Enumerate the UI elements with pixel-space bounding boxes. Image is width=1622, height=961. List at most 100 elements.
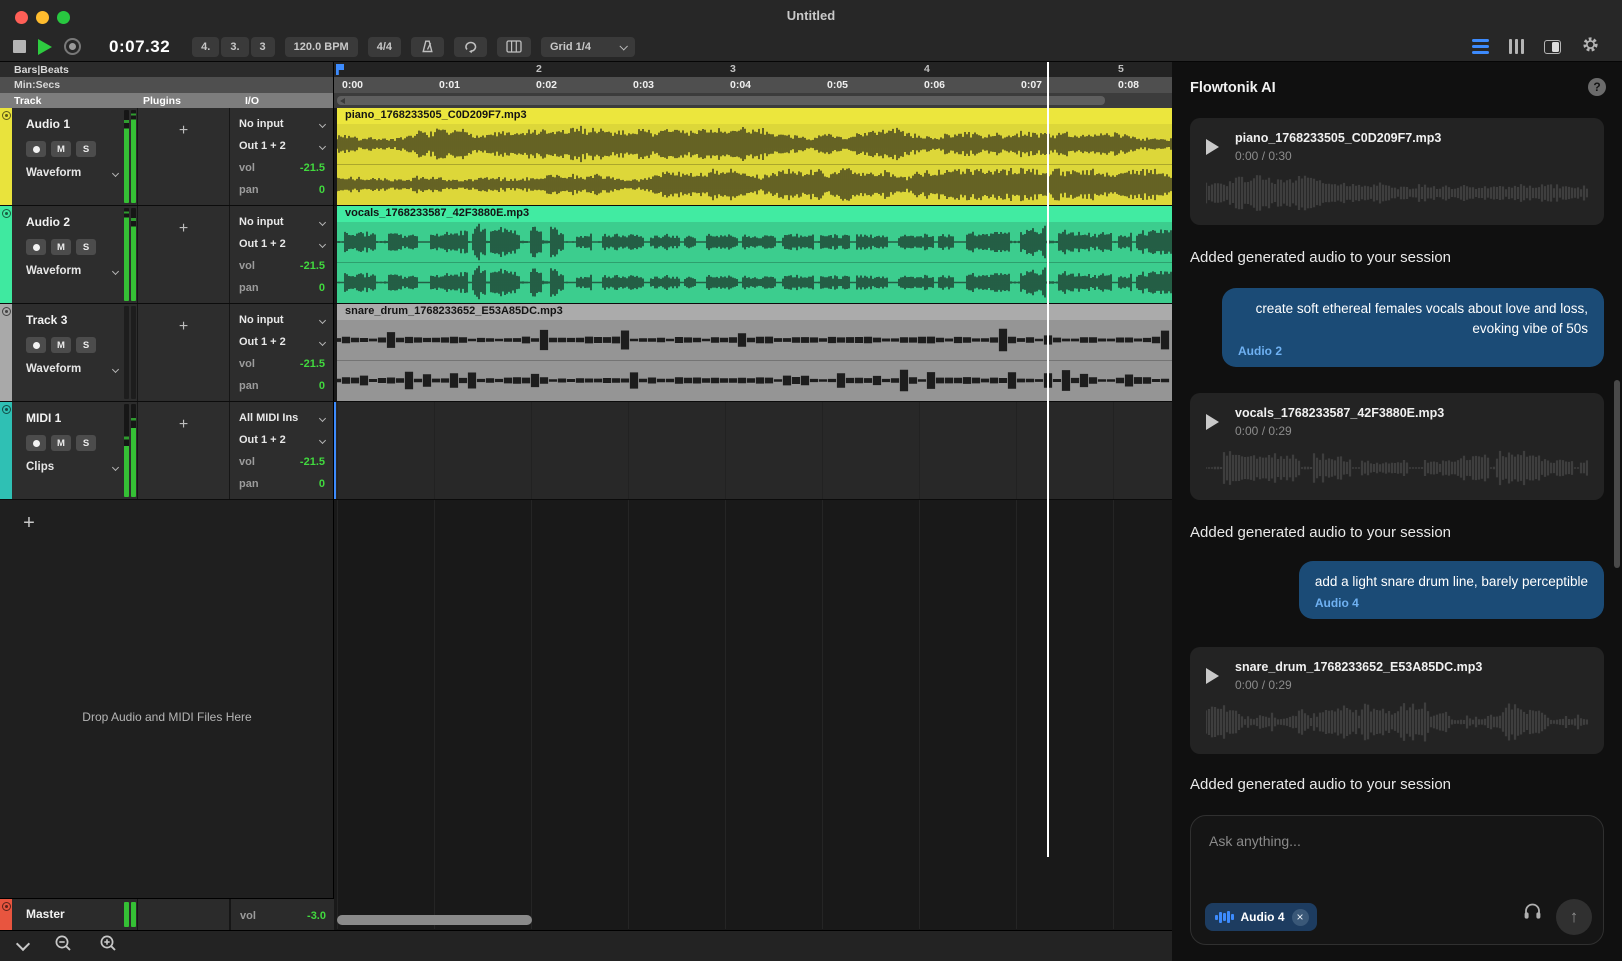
add-plugin-button[interactable]: + xyxy=(137,402,230,499)
track-row-audio1[interactable]: Audio 1 M S Waveform + No input Out 1 + … xyxy=(0,108,333,206)
play-icon[interactable] xyxy=(1206,139,1219,155)
message-track-ref[interactable]: Audio 4 xyxy=(1315,596,1588,610)
loop-button[interactable] xyxy=(454,37,487,57)
vol-value[interactable]: -3.0 xyxy=(307,910,326,922)
track-view-select[interactable]: Clips xyxy=(26,461,118,473)
card-waveform[interactable] xyxy=(1206,702,1588,742)
piano-keyboard-button[interactable] xyxy=(497,37,531,57)
track-color-strip[interactable] xyxy=(0,899,12,930)
track-name[interactable]: Audio 1 xyxy=(26,117,70,131)
vol-label: vol xyxy=(239,260,255,272)
track-name[interactable]: Audio 2 xyxy=(26,215,70,229)
chip-close-button[interactable]: × xyxy=(1292,909,1309,926)
zoom-out-button[interactable] xyxy=(54,934,73,958)
input-select[interactable]: No input xyxy=(239,214,325,230)
output-select[interactable]: Out 1 + 2 xyxy=(239,138,325,154)
mixer-button[interactable] xyxy=(1509,39,1524,54)
drop-files-hint[interactable]: Drop Audio and MIDI Files Here xyxy=(0,710,334,724)
horizontal-scrollbar[interactable] xyxy=(337,915,532,925)
input-select[interactable]: All MIDI Ins xyxy=(239,410,325,426)
ask-input[interactable] xyxy=(1195,822,1599,860)
input-select[interactable]: No input xyxy=(239,116,325,132)
stop-button[interactable] xyxy=(13,40,26,53)
solo-button[interactable]: S xyxy=(76,435,96,451)
track-name[interactable]: Track 3 xyxy=(26,313,67,327)
sidebar-toggle-button[interactable] xyxy=(1544,40,1561,54)
mute-button[interactable]: M xyxy=(51,141,71,157)
arm-button[interactable] xyxy=(26,337,46,353)
vol-value[interactable]: -21.5 xyxy=(300,456,325,468)
play-button[interactable] xyxy=(38,39,52,55)
master-track-row[interactable]: Master vol-3.0 xyxy=(0,898,334,930)
pan-value[interactable]: 0 xyxy=(319,478,325,490)
time-display[interactable]: 0:07.32 xyxy=(109,37,170,57)
pan-value[interactable]: 0 xyxy=(319,184,325,196)
pan-value[interactable]: 0 xyxy=(319,282,325,294)
panel-scrollbar[interactable] xyxy=(1614,380,1620,568)
track-view-select[interactable]: Waveform xyxy=(26,265,118,277)
track-color-strip[interactable] xyxy=(0,402,12,499)
track-name[interactable]: MIDI 1 xyxy=(26,411,61,425)
zoom-in-button[interactable] xyxy=(99,934,118,958)
settings-button[interactable] xyxy=(1581,35,1600,59)
min-secs-label[interactable]: Min:Secs xyxy=(0,77,333,93)
arm-button[interactable] xyxy=(26,435,46,451)
card-waveform[interactable] xyxy=(1206,173,1588,213)
pan-value[interactable]: 0 xyxy=(319,380,325,392)
message-track-ref[interactable]: Audio 2 xyxy=(1238,344,1588,358)
mute-button[interactable]: M xyxy=(51,435,71,451)
play-icon[interactable] xyxy=(1206,668,1219,684)
track-row-midi1[interactable]: MIDI 1 M S Clips + All MIDI Ins Out 1 + … xyxy=(0,402,333,500)
position-sub[interactable]: 3 xyxy=(251,37,275,57)
grid-select[interactable]: Grid 1/4 xyxy=(541,37,635,57)
vol-value[interactable]: -21.5 xyxy=(300,260,325,272)
master-plugins-cell[interactable] xyxy=(137,899,230,930)
track-row-track3[interactable]: Track 3 M S Waveform + No input Out 1 + … xyxy=(0,304,333,402)
track-context-chip[interactable]: Audio 4 × xyxy=(1205,903,1317,931)
mute-button[interactable]: M xyxy=(51,337,71,353)
help-button[interactable]: ? xyxy=(1588,78,1606,96)
send-button[interactable]: ↑ xyxy=(1556,899,1592,935)
mute-button[interactable]: M xyxy=(51,239,71,255)
column-track: Track xyxy=(14,95,41,107)
second-label: 0:01 xyxy=(439,79,460,91)
listen-button[interactable] xyxy=(1522,901,1543,926)
output-select[interactable]: Out 1 + 2 xyxy=(239,334,325,350)
arm-button[interactable] xyxy=(26,141,46,157)
solo-button[interactable]: S xyxy=(76,239,96,255)
input-select[interactable]: No input xyxy=(239,312,325,328)
position-beat[interactable]: 3. xyxy=(221,37,248,57)
zoom-range-handle[interactable] xyxy=(337,96,1105,105)
track-row-audio2[interactable]: Audio 2 M S Waveform + No input Out 1 + … xyxy=(0,206,333,304)
collapse-button[interactable] xyxy=(16,937,30,951)
time-signature[interactable]: 4/4 xyxy=(368,37,401,57)
track-color-strip[interactable] xyxy=(0,108,12,205)
position-bar[interactable]: 4. xyxy=(192,37,219,57)
play-icon[interactable] xyxy=(1206,414,1219,430)
playhead[interactable] xyxy=(1047,62,1049,857)
add-plugin-button[interactable]: + xyxy=(137,206,230,303)
vol-value[interactable]: -21.5 xyxy=(300,358,325,370)
add-track-button[interactable]: + xyxy=(18,512,40,535)
vol-value[interactable]: -21.5 xyxy=(300,162,325,174)
chat-input-box[interactable]: Audio 4 × ↑ xyxy=(1190,815,1604,945)
add-plugin-button[interactable]: + xyxy=(137,108,230,205)
add-plugin-button[interactable]: + xyxy=(137,304,230,401)
bars-beats-label[interactable]: Bars|Beats xyxy=(0,62,333,77)
card-time: 0:00 / 0:29 xyxy=(1235,678,1482,692)
bpm-display[interactable]: 120.0 BPM xyxy=(285,37,358,57)
playback-start-marker-icon[interactable] xyxy=(336,64,344,75)
card-waveform[interactable] xyxy=(1206,448,1588,488)
track-color-strip[interactable] xyxy=(0,206,12,303)
solo-button[interactable]: S xyxy=(76,141,96,157)
track-color-strip[interactable] xyxy=(0,304,12,401)
track-view-select[interactable]: Waveform xyxy=(26,167,118,179)
record-button[interactable] xyxy=(64,38,81,55)
ai-panel-toggle-button[interactable] xyxy=(1472,39,1489,54)
output-select[interactable]: Out 1 + 2 xyxy=(239,432,325,448)
output-select[interactable]: Out 1 + 2 xyxy=(239,236,325,252)
arm-button[interactable] xyxy=(26,239,46,255)
solo-button[interactable]: S xyxy=(76,337,96,353)
metronome-button[interactable] xyxy=(411,37,444,57)
track-view-select[interactable]: Waveform xyxy=(26,363,118,375)
